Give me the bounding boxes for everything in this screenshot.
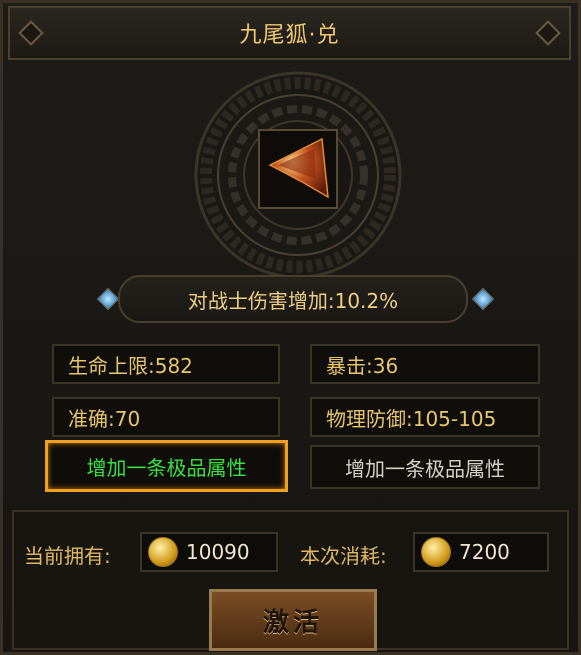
owned-amount: 10090 xyxy=(140,532,278,572)
owned-label: 当前拥有: xyxy=(24,544,111,568)
add-attribute-option-left[interactable]: 增加一条极品属性 xyxy=(45,440,288,492)
gold-coin-icon xyxy=(148,537,178,567)
add-attribute-option-right[interactable]: 增加一条极品属性 xyxy=(310,445,540,489)
attribute-accuracy: 准确:70 xyxy=(52,397,280,437)
main-attribute-text: 对战士伤害增加:10.2% xyxy=(187,288,399,313)
title-bar: 九尾狐·兑 xyxy=(8,6,571,60)
consume-amount: 7200 xyxy=(413,532,549,572)
activate-button[interactable]: 激活 xyxy=(209,589,377,651)
gold-coin-icon xyxy=(421,537,451,567)
main-attribute: 对战士伤害增加:10.2% xyxy=(118,275,468,323)
owned-value: 10090 xyxy=(186,540,250,564)
attribute-hp: 生命上限:582 xyxy=(52,344,280,384)
panel-title: 九尾狐·兑 xyxy=(239,23,340,48)
attribute-phys-defense: 物理防御:105-105 xyxy=(310,397,540,437)
attribute-crit: 暴击:36 xyxy=(310,344,540,384)
flame-shard-icon xyxy=(264,135,332,203)
item-slot[interactable] xyxy=(258,129,338,209)
consume-label: 本次消耗: xyxy=(300,544,387,568)
consume-value: 7200 xyxy=(459,540,510,564)
